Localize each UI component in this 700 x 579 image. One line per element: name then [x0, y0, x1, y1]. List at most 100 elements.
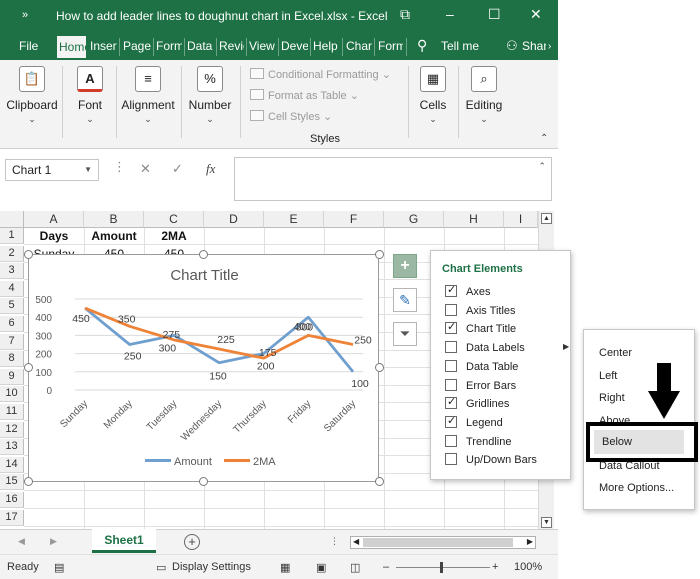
cell-a1[interactable]: Days [24, 229, 84, 243]
zoom-in-icon[interactable]: + [492, 561, 498, 573]
row-header[interactable]: 5 [0, 298, 24, 315]
formula-input[interactable]: ⌃ [234, 157, 552, 201]
collapse-ribbon-icon[interactable]: ⌃ [540, 133, 548, 144]
macro-record-icon[interactable]: ▤ [54, 561, 64, 574]
page-layout-view-icon[interactable]: ▣ [316, 561, 326, 574]
resize-handle[interactable] [24, 363, 33, 372]
row-header[interactable]: 8 [0, 351, 24, 368]
row-header[interactable]: 15 [0, 474, 24, 491]
row-header[interactable]: 12 [0, 421, 24, 438]
clipboard-group[interactable]: 📋 Clipboard ⌄ [6, 66, 58, 125]
quick-access-icon[interactable]: » [22, 9, 28, 21]
tab-view[interactable]: View [249, 39, 276, 53]
tab-page-layout[interactable]: Page Layout [123, 39, 151, 53]
menu-item-left[interactable]: Left [599, 370, 617, 382]
scroll-thumb[interactable] [363, 538, 513, 547]
tab-data[interactable]: Data [187, 39, 214, 53]
row-header[interactable]: 11 [0, 404, 24, 420]
cell-b1[interactable]: Amount [84, 229, 144, 243]
drag-handle-icon[interactable]: ⋮ [113, 159, 127, 175]
chart-element-axes[interactable]: Axes [445, 283, 490, 298]
tab-help[interactable]: Help [313, 39, 340, 53]
column-header-e[interactable]: E [264, 211, 324, 228]
tab-insert[interactable]: Insert [90, 39, 117, 53]
menu-item-more-options[interactable]: More Options... [599, 482, 674, 494]
chart-element-data-labels[interactable]: Data Labels [445, 341, 525, 354]
lightbulb-icon[interactable]: ⚲ [417, 37, 427, 54]
enter-icon[interactable]: ✓ [172, 161, 183, 177]
chart-styles-brush-icon[interactable]: ✎ [393, 288, 417, 312]
resize-handle[interactable] [199, 477, 208, 486]
line-chart[interactable]: Chart Title 500 400 300 200 100 0 Sunday Monday… [28, 254, 379, 482]
chart-element-legend[interactable]: Legend [445, 414, 503, 429]
cells-group[interactable]: ▦ Cells ⌄ [414, 66, 452, 125]
row-header[interactable]: 3 [0, 263, 24, 280]
cell-c1[interactable]: 2MA [144, 229, 204, 243]
chevron-down-icon[interactable]: ▼ [84, 165, 92, 174]
row-header[interactable]: 1 [0, 228, 24, 244]
minimize-icon[interactable]: – [446, 6, 454, 22]
resize-handle[interactable] [24, 477, 33, 486]
tab-chart-design[interactable]: Chart Design [346, 39, 372, 53]
row-header[interactable]: 6 [0, 316, 24, 332]
row-header[interactable]: 13 [0, 439, 24, 456]
tab-developer[interactable]: Developer [281, 39, 308, 53]
chart-element-chart-title[interactable]: Chart Title [445, 320, 516, 335]
share-person-icon[interactable]: ⚇ [506, 38, 518, 54]
ribbon-display-icon[interactable]: ⧉ [400, 6, 410, 23]
tabs-scroll-icon[interactable]: › [548, 41, 551, 52]
chart-element-trendline[interactable]: Trendline [445, 434, 511, 448]
normal-view-icon[interactable]: ▦ [280, 561, 290, 574]
tell-me-search[interactable]: Tell me [441, 39, 479, 53]
row-header[interactable]: 14 [0, 456, 24, 473]
tab-format[interactable]: Format [378, 39, 403, 53]
format-as-table-button[interactable]: Format as Table ⌄ [250, 89, 359, 102]
zoom-slider-thumb[interactable] [440, 562, 443, 573]
row-header[interactable]: 16 [0, 492, 24, 508]
checkbox[interactable] [445, 359, 457, 372]
chart-plot[interactable]: 500 400 300 200 100 0 Sunday Monday Tuesday Wedne… [29, 255, 380, 483]
cell-styles-button[interactable]: Cell Styles ⌄ [250, 110, 332, 123]
submenu-arrow-icon[interactable]: ▶ [563, 342, 569, 351]
chart-element-gridlines[interactable]: Gridlines [445, 395, 509, 410]
tab-formulas[interactable]: Formulas [156, 39, 182, 53]
row-header[interactable]: 9 [0, 368, 24, 385]
resize-handle[interactable] [199, 250, 208, 259]
tab-split-handle-icon[interactable]: ⋮ [330, 536, 339, 547]
scroll-left-icon[interactable]: ◀ [353, 537, 359, 546]
checkbox[interactable] [445, 320, 457, 335]
checkbox[interactable] [445, 341, 457, 354]
column-header-d[interactable]: D [204, 211, 264, 228]
zoom-slider[interactable] [396, 567, 490, 568]
conditional-formatting-button[interactable]: Conditional Formatting ⌄ [250, 68, 391, 81]
row-header[interactable]: 7 [0, 333, 24, 350]
font-group[interactable]: A Font ⌄ [68, 66, 112, 125]
chart-element-axis-titles[interactable]: Axis Titles [445, 303, 516, 317]
checkbox[interactable] [445, 434, 457, 447]
resize-handle[interactable] [375, 250, 384, 259]
insert-function-icon[interactable]: fx [206, 161, 215, 177]
row-header[interactable]: 10 [0, 386, 24, 403]
chevron-up-icon[interactable]: ⌃ [538, 161, 546, 172]
resize-handle[interactable] [24, 250, 33, 259]
editing-group[interactable]: ⌕ Editing ⌄ [462, 66, 506, 125]
cancel-icon[interactable]: ✕ [140, 161, 151, 177]
menu-item-center[interactable]: Center [599, 347, 632, 359]
tab-review[interactable]: Review [219, 39, 244, 53]
resize-handle[interactable] [375, 477, 384, 486]
menu-item-below[interactable]: Below [602, 436, 632, 448]
column-header-f[interactable]: F [324, 211, 384, 228]
sheet-prev-icon[interactable]: ◀ [18, 536, 25, 547]
checkbox[interactable] [445, 395, 457, 410]
chart-legend[interactable]: Amount 2MA [145, 456, 276, 468]
close-icon[interactable]: ✕ [530, 6, 542, 23]
checkbox[interactable] [445, 303, 457, 316]
chart-elements-button[interactable]: + [393, 254, 417, 278]
chart-element-up-down-bars[interactable]: Up/Down Bars [445, 453, 537, 466]
horizontal-scrollbar[interactable]: ◀ ▶ [350, 536, 536, 549]
row-header[interactable]: 4 [0, 280, 24, 297]
row-header[interactable]: 17 [0, 509, 24, 526]
checkbox[interactable] [445, 283, 457, 297]
column-header-a[interactable]: A [24, 211, 84, 228]
zoom-level[interactable]: 100% [514, 561, 542, 573]
